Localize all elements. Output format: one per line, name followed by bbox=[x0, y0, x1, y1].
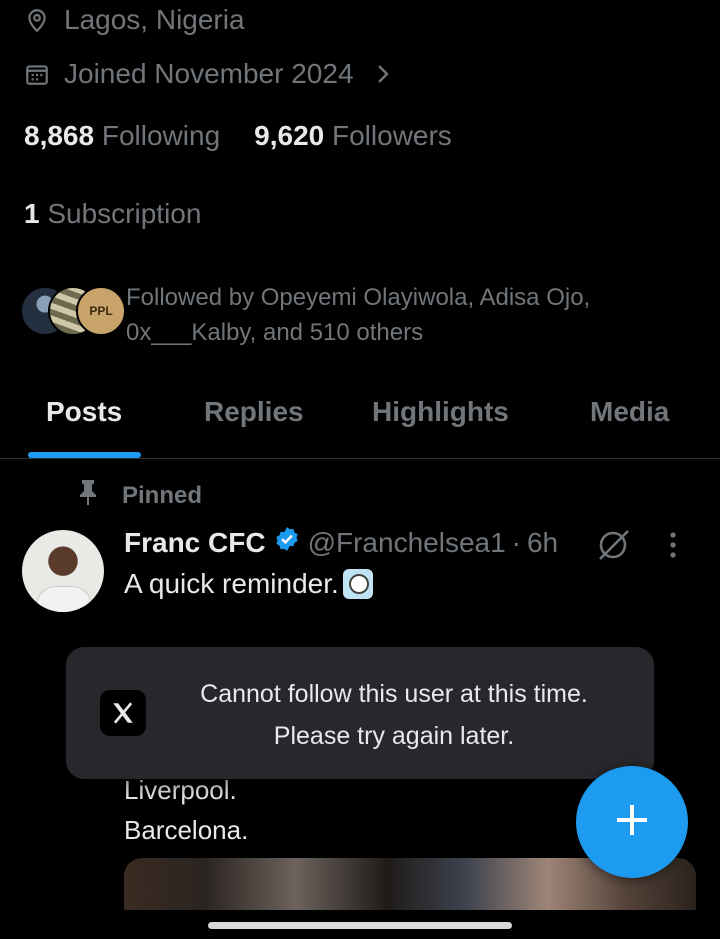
followers-link[interactable]: 9,620 Followers bbox=[254, 120, 452, 152]
toast-line2: Please try again later. bbox=[273, 722, 515, 750]
followed-by-text: Followed by Opeyemi Olayiwola, Adisa Ojo… bbox=[126, 280, 686, 350]
profile-page: Lagos, Nigeria Joined November 2024 8,86… bbox=[0, 0, 720, 939]
toast-line1: Cannot follow this user at this time. bbox=[200, 680, 588, 708]
verified-badge-icon bbox=[274, 526, 300, 559]
separator: · bbox=[511, 526, 521, 558]
tab-posts[interactable]: Posts bbox=[46, 396, 122, 428]
follow-counts: 8,868 Following 9,620 Followers bbox=[24, 120, 452, 152]
pinned-text: Pinned bbox=[122, 481, 203, 509]
avatar: PPL bbox=[76, 286, 126, 336]
joined-text: Joined November 2024 bbox=[64, 58, 354, 89]
author-name[interactable]: Franc CFC bbox=[124, 527, 266, 559]
post-line: Barcelona. bbox=[124, 815, 249, 845]
plus-icon bbox=[613, 801, 651, 844]
subscription-count: 1 bbox=[24, 198, 40, 229]
grok-icon[interactable] bbox=[596, 528, 632, 567]
follower-avatars: PPL bbox=[20, 286, 126, 336]
subscription-label: Subscription bbox=[47, 198, 202, 229]
location-icon bbox=[24, 6, 50, 34]
location-text: Lagos, Nigeria bbox=[64, 4, 245, 35]
following-count: 8,868 bbox=[24, 120, 95, 151]
joined-row[interactable]: Joined November 2024 bbox=[24, 58, 392, 90]
followers-label: Followers bbox=[332, 120, 452, 151]
timer-emoji-icon bbox=[342, 569, 373, 599]
author-avatar[interactable] bbox=[22, 530, 104, 612]
followers-count: 9,620 bbox=[254, 120, 325, 151]
pin-icon bbox=[76, 478, 100, 513]
tab-media[interactable]: Media bbox=[590, 396, 669, 428]
subscription-link[interactable]: 1 Subscription bbox=[24, 198, 201, 230]
followed-by-line1: Followed by Opeyemi Olayiwola, Adisa Ojo… bbox=[126, 284, 591, 311]
more-vertical-icon[interactable] bbox=[668, 530, 678, 565]
author-handle[interactable]: @Franchelsea1 bbox=[308, 527, 506, 559]
chevron-right-icon bbox=[374, 63, 392, 85]
followed-by-line2: 0x___Kalby, and 510 others bbox=[126, 319, 424, 346]
post-text-content: A quick reminder. bbox=[124, 568, 339, 599]
post-body: Liverpool. Barcelona. bbox=[124, 770, 248, 850]
home-indicator[interactable] bbox=[208, 922, 512, 929]
x-logo-icon bbox=[100, 690, 146, 736]
post-header: Franc CFC @Franchelsea1 · 6h bbox=[124, 526, 558, 559]
post-text: A quick reminder. bbox=[124, 568, 373, 600]
tab-replies[interactable]: Replies bbox=[204, 396, 304, 428]
tab-highlights[interactable]: Highlights bbox=[372, 396, 509, 428]
pinned-label: Pinned bbox=[76, 478, 202, 513]
error-toast: Cannot follow this user at this time. Pl… bbox=[66, 647, 654, 779]
following-label: Following bbox=[101, 120, 221, 151]
followed-by[interactable]: PPL Followed by Opeyemi Olayiwola, Adisa… bbox=[20, 280, 686, 350]
profile-tabs: Posts Replies Highlights Media bbox=[0, 380, 720, 459]
compose-button[interactable] bbox=[576, 766, 688, 878]
following-link[interactable]: 8,868 Following bbox=[24, 120, 220, 152]
active-tab-indicator bbox=[28, 452, 141, 458]
post-time: 6h bbox=[526, 526, 559, 558]
toast-message: Cannot follow this user at this time. Pl… bbox=[166, 673, 622, 757]
calendar-icon bbox=[24, 61, 50, 87]
location-row: Lagos, Nigeria bbox=[24, 4, 245, 36]
avatar-label: PPL bbox=[89, 304, 113, 318]
